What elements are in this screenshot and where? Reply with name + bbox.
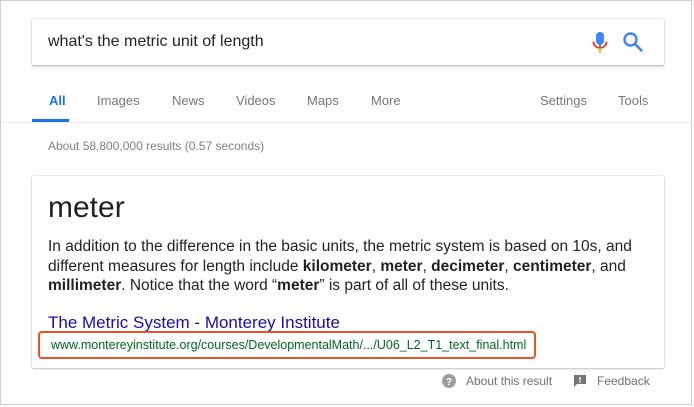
featured-snippet-card: meter In addition to the difference in t… (32, 176, 664, 368)
tab-images[interactable]: Images (97, 93, 140, 108)
result-title-separator: - (189, 313, 205, 332)
svg-text:?: ? (446, 377, 452, 388)
about-this-result-link[interactable]: ? About this result (442, 374, 552, 388)
tools-tab[interactable]: Tools (618, 93, 648, 108)
result-title-link[interactable]: The Metric System - Monterey Institute (48, 313, 340, 333)
google-results-page: All Images News Videos Maps More Setting… (0, 0, 693, 405)
search-bar[interactable] (32, 19, 664, 65)
settings-tab[interactable]: Settings (540, 93, 587, 108)
question-circle-icon: ? (442, 374, 456, 388)
answer-title: meter (48, 191, 125, 224)
tabs-divider (1, 122, 693, 123)
microphone-icon[interactable] (591, 31, 609, 55)
answer-snippet: In addition to the difference in the bas… (48, 238, 632, 294)
search-input[interactable] (48, 33, 568, 51)
search-icon[interactable] (622, 31, 644, 53)
feedback-link[interactable]: Feedback (573, 374, 650, 388)
result-title-part1: The Metric System (48, 313, 190, 332)
search-tabs: All Images News Videos Maps More Setting… (32, 81, 672, 122)
tab-more[interactable]: More (371, 93, 401, 108)
tab-maps[interactable]: Maps (307, 93, 339, 108)
tab-videos[interactable]: Videos (236, 93, 276, 108)
about-this-result-label: About this result (466, 374, 553, 388)
feedback-label: Feedback (597, 374, 650, 388)
tab-news[interactable]: News (172, 93, 205, 108)
result-stats: About 58,800,000 results (0.57 seconds) (48, 139, 265, 153)
tab-all[interactable]: All (49, 93, 66, 108)
feedback-icon (574, 375, 586, 387)
result-url[interactable]: www.montereyinstitute.org/courses/Develo… (38, 331, 537, 359)
result-title-part2: Monterey Institute (204, 313, 340, 332)
